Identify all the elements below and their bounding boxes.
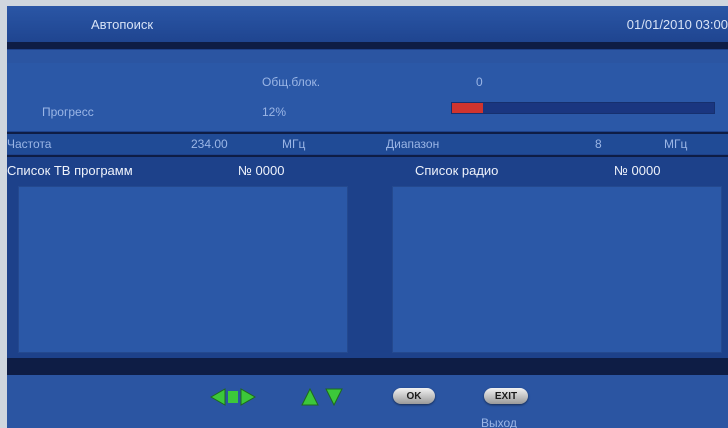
exit-caption: Выход: [481, 416, 517, 428]
band-label: Диапазон: [386, 137, 440, 151]
bottom-divider: [7, 358, 728, 375]
radio-channel-list[interactable]: [392, 186, 722, 353]
footer-bar: [7, 375, 728, 428]
datetime-display: 01/01/2010 03:00: [626, 17, 728, 32]
info-band-top: [7, 50, 728, 63]
total-blocks-value: 0: [476, 75, 483, 89]
progress-bar: [451, 102, 715, 114]
band-unit: МГц: [664, 137, 688, 151]
exit-button[interactable]: EXIT: [484, 388, 528, 404]
frequency-value: 234.00: [191, 137, 228, 151]
radio-list-label: Список радио: [415, 163, 499, 178]
ok-button[interactable]: OK: [393, 388, 435, 404]
channel-lists-header: Список ТВ программ № 0000 Список радио №…: [7, 158, 728, 182]
tv-list-count: № 0000: [238, 163, 285, 178]
screen-title: Автопоиск: [91, 17, 154, 32]
frequency-row: Частота 234.00 МГц Диапазон 8 МГц: [7, 134, 728, 154]
divider-middle: [7, 155, 728, 157]
total-blocks-label: Общ.блок.: [262, 75, 321, 89]
frequency-unit: МГц: [282, 137, 306, 151]
progress-label: Прогресс: [42, 105, 94, 119]
tv-channel-list[interactable]: [18, 186, 348, 353]
progress-panel: Общ.блок. 0 Прогресс 12%: [7, 63, 728, 131]
progress-bar-fill: [452, 103, 484, 113]
header-bar: Автопоиск 01/01/2010 03:00: [7, 6, 728, 42]
progress-percent: 12%: [262, 105, 287, 119]
tv-list-label: Список ТВ программ: [7, 163, 133, 178]
radio-list-count: № 0000: [614, 163, 661, 178]
left-right-arrows-icon: [209, 388, 257, 406]
frequency-label: Частота: [7, 137, 52, 151]
band-value: 8: [595, 137, 602, 151]
header-divider: [7, 42, 728, 49]
up-down-arrows-icon: [301, 387, 343, 407]
autosearch-screen: Автопоиск 01/01/2010 03:00 Общ.блок. 0 П…: [7, 6, 728, 428]
